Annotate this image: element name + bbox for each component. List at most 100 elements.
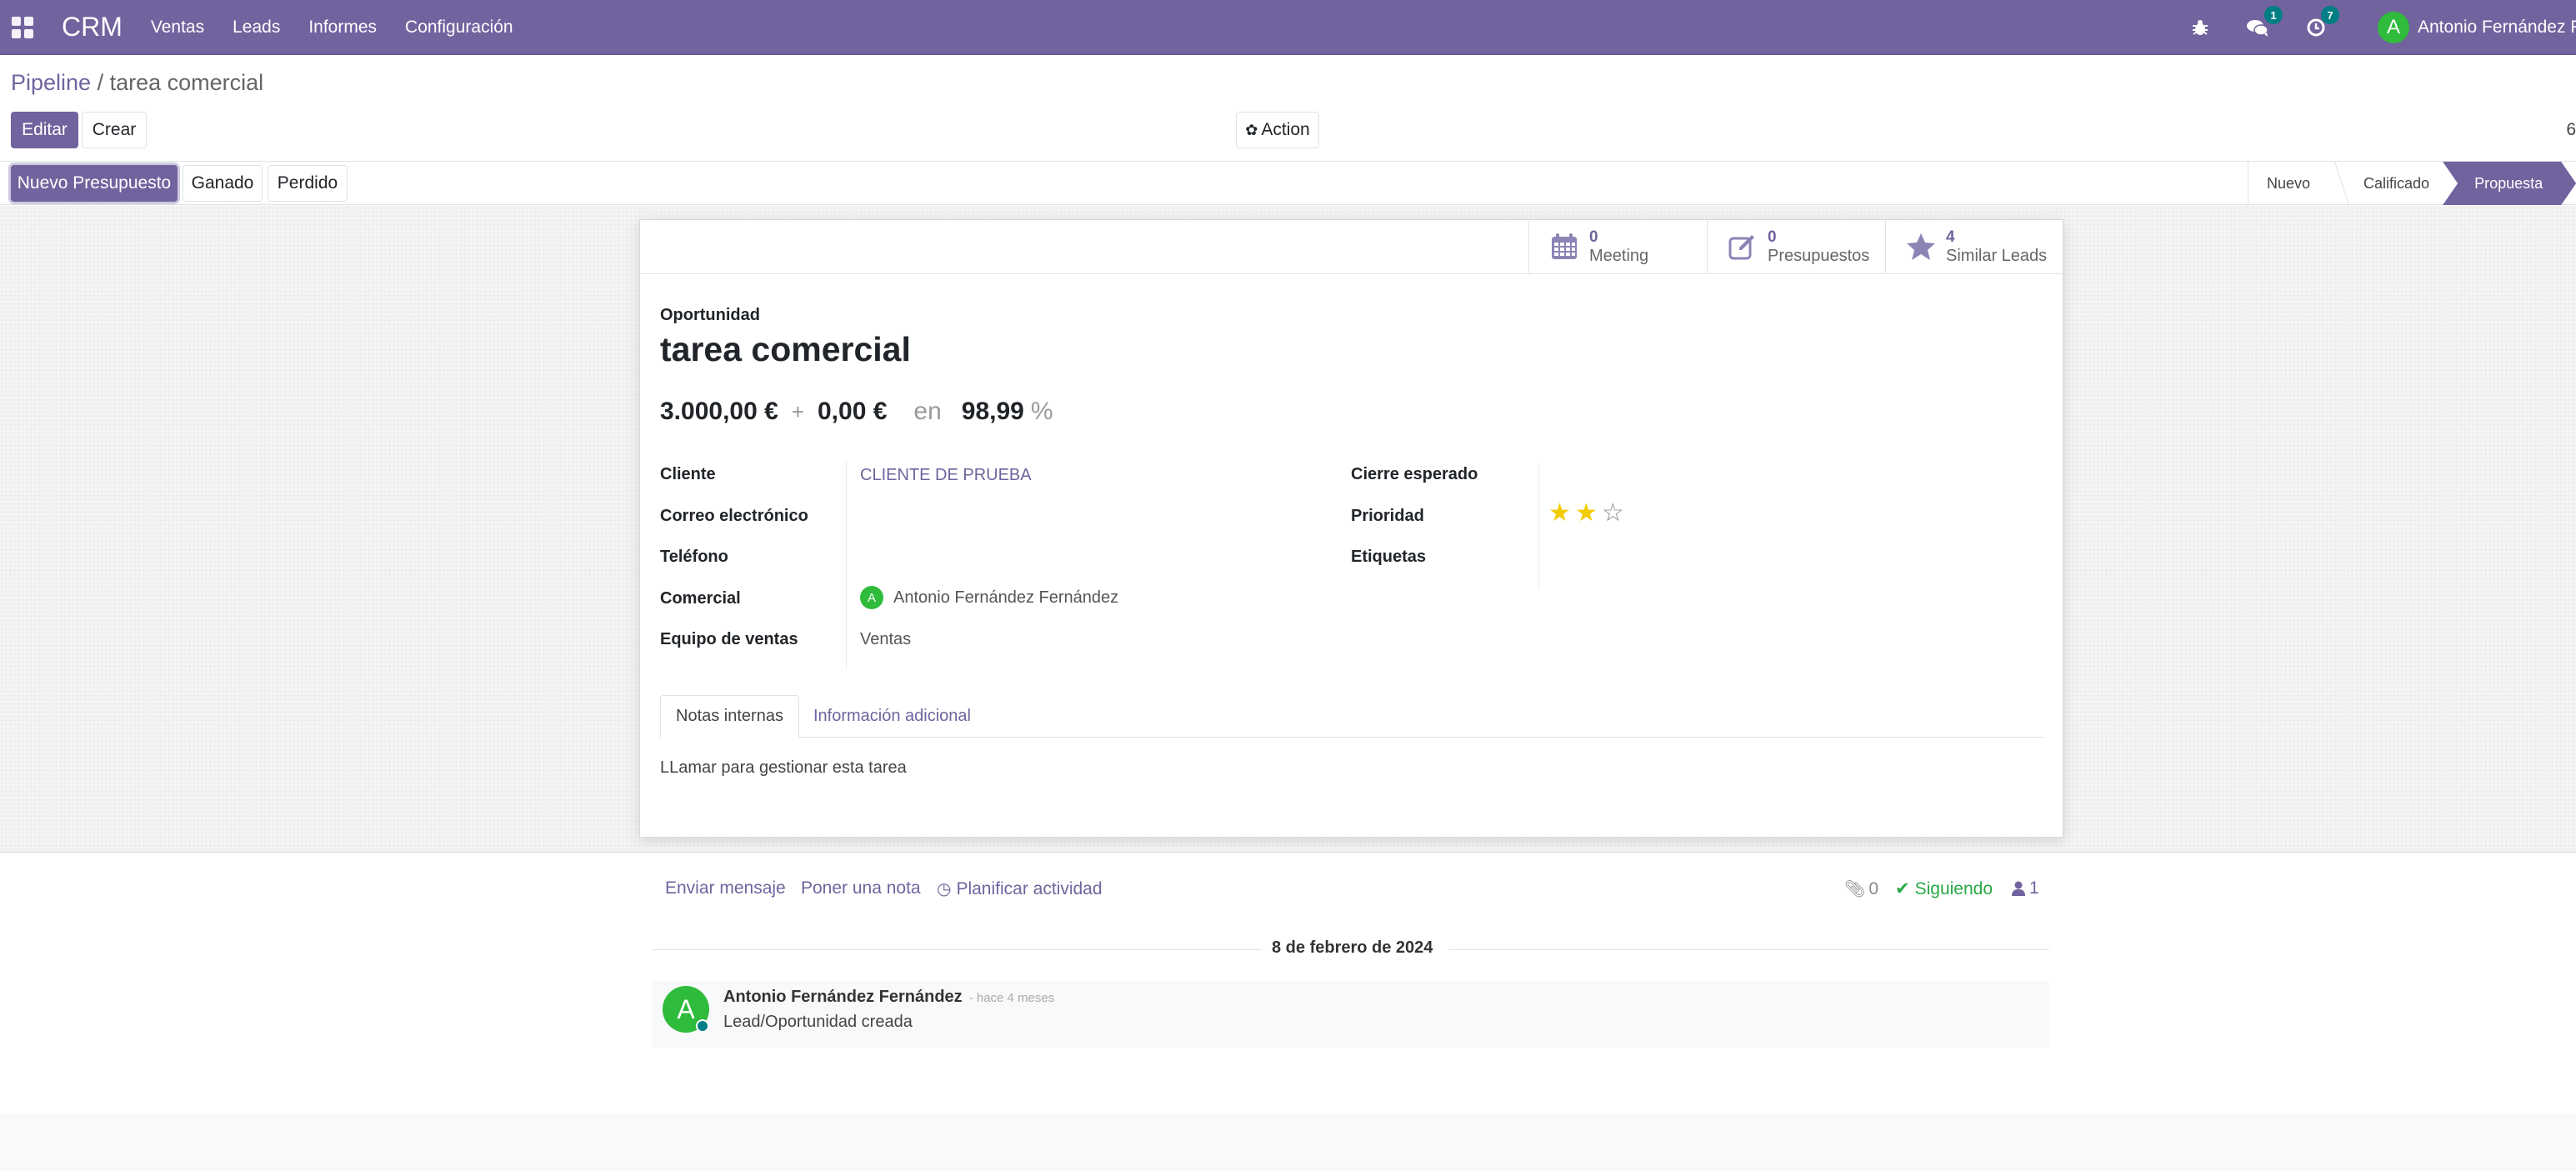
probability-value: 98,99: [961, 398, 1024, 425]
client-label: Cliente: [660, 465, 716, 483]
followers-button[interactable]: 1: [2012, 878, 2039, 898]
message-author: Antonio Fernández Fernández - hace 4 mese…: [723, 988, 1054, 1007]
stage-nuevo[interactable]: Nuevo: [2248, 162, 2328, 205]
priority-label: Prioridad: [1351, 507, 1424, 525]
chat-icon[interactable]: 1: [2246, 6, 2283, 38]
similar-leads-smart-button[interactable]: 4 Similar Leads: [1885, 220, 2063, 273]
edit-icon: [1728, 235, 1754, 260]
date-separator-line-left: [653, 949, 1261, 950]
attachments-button[interactable]: 📎︎ 0: [1844, 878, 1878, 899]
internal-notes-content[interactable]: LLamar para gestionar esta tarea: [660, 758, 907, 778]
action-button[interactable]: ✿ Action: [1236, 112, 1319, 148]
priority-star-2[interactable]: ★: [1575, 498, 1598, 528]
quotations-label: Presupuestos: [1768, 247, 1870, 265]
user-avatar[interactable]: A: [2378, 12, 2409, 43]
message-author-name[interactable]: Antonio Fernández Fernández: [723, 988, 963, 1006]
breadcrumb-separator: /: [91, 70, 110, 95]
log-note-button[interactable]: Poner una nota: [801, 878, 921, 898]
message-time: - hace 4 meses: [968, 991, 1055, 1005]
stage-propuesta[interactable]: Propuesta: [2443, 162, 2576, 205]
email-label: Correo electrónico: [660, 507, 808, 525]
menu-configuracion[interactable]: Configuración: [405, 18, 513, 38]
salesperson-name: Antonio Fernández Fernández: [893, 588, 1119, 607]
menu-ventas[interactable]: Ventas: [151, 18, 204, 38]
send-message-button[interactable]: Enviar mensaje: [665, 878, 786, 898]
lost-button[interactable]: Perdido: [268, 165, 348, 202]
stage-selector: Nuevo Calificado Propuesta Ganado: [2248, 162, 2576, 205]
meeting-smart-button[interactable]: 0 Meeting: [1528, 220, 1707, 273]
star-icon: [1907, 233, 1935, 260]
breadcrumb-pipeline[interactable]: Pipeline: [11, 70, 91, 95]
plus-sign: +: [791, 399, 804, 424]
priority-star-1[interactable]: ★: [1548, 498, 1571, 528]
message-body: Lead/Oportunidad creada: [723, 1013, 913, 1031]
activities-badge: 7: [2321, 6, 2339, 24]
quotations-count: 0: [1768, 228, 1777, 246]
clock-icon: ◷: [937, 880, 952, 898]
smart-button-box: 0 Meeting 0 Presupuestos 4 Similar Leads: [640, 220, 2063, 274]
apps-grid-icon[interactable]: [12, 16, 33, 38]
tab-additional-info[interactable]: Información adicional: [798, 695, 986, 738]
bug-icon[interactable]: [2191, 18, 2209, 37]
won-button[interactable]: Ganado: [183, 165, 263, 202]
attachments-count: 0: [1868, 878, 1879, 898]
user-menu[interactable]: Antonio Fernández Fernández: [2418, 18, 2576, 38]
breadcrumb-current: tarea comercial: [109, 70, 264, 95]
action-label: Action: [1261, 120, 1310, 139]
priority-widget[interactable]: ★ ★ ☆: [1548, 498, 1628, 528]
schedule-activity-button[interactable]: ◷ Planificar actividad: [937, 878, 1103, 899]
schedule-activity-label: Planificar actividad: [956, 878, 1103, 898]
statusbar: Nuevo Presupuesto Ganado Perdido Nuevo C…: [0, 162, 2576, 205]
check-icon: ✔: [1895, 879, 1910, 898]
notebook-tabs: Notas internas Información adicional: [660, 695, 2044, 738]
stage-calificado[interactable]: Calificado: [2328, 162, 2448, 205]
app-brand[interactable]: CRM: [62, 12, 123, 43]
paperclip-icon: 📎︎: [1844, 880, 1866, 898]
menu-informes[interactable]: Informes: [308, 18, 377, 38]
navbar-systray: 1 7 A Antonio Fernández Fernández: [2191, 0, 2576, 55]
meeting-count: 0: [1589, 228, 1598, 246]
recurring-revenue: 0,00 €: [817, 398, 888, 425]
tab-internal-notes[interactable]: Notas internas: [660, 695, 799, 738]
phone-label: Teléfono: [660, 548, 728, 566]
page-footer-background: [0, 1113, 2576, 1171]
gear-icon: ✿: [1245, 121, 1258, 138]
revenue-line: 3.000,00 € + 0,00 € en 98,99 %: [660, 398, 1053, 426]
record-title: Oportunidad tarea comercial: [660, 306, 911, 369]
tags-label: Etiquetas: [1351, 548, 1427, 566]
online-status-icon: [696, 1019, 709, 1033]
salesperson-value[interactable]: A Antonio Fernández Fernández: [860, 586, 1118, 609]
new-quotation-button[interactable]: Nuevo Presupuesto: [11, 165, 178, 202]
top-navbar: CRM Ventas Leads Informes Configuración …: [0, 0, 2576, 55]
record-type-label: Oportunidad: [660, 306, 760, 324]
salesperson-label: Comercial: [660, 589, 741, 608]
similar-leads-count: 4: [1946, 228, 1955, 246]
clock-icon[interactable]: 7: [2306, 6, 2339, 38]
user-icon: [2012, 881, 2025, 896]
breadcrumb: Pipeline / tarea comercial: [11, 70, 263, 96]
sales-team-label: Equipo de ventas: [660, 630, 798, 648]
expected-closing-label: Cierre esperado: [1351, 465, 1478, 483]
client-value[interactable]: CLIENTE DE PRUEBA: [860, 466, 1032, 485]
edit-button[interactable]: Editar: [11, 112, 78, 148]
priority-star-3[interactable]: ☆: [1602, 498, 1624, 528]
similar-leads-label: Similar Leads: [1946, 247, 2048, 265]
date-separator-label: 8 de febrero de 2024: [1272, 938, 1433, 957]
meeting-label: Meeting: [1589, 247, 1649, 265]
left-group-divider: [846, 462, 847, 670]
expected-revenue: 3.000,00 €: [660, 398, 778, 425]
date-separator: 8 de febrero de 2024: [653, 937, 2049, 962]
following-button[interactable]: ✔ Siguiendo: [1895, 878, 1993, 899]
salesperson-avatar: A: [860, 586, 883, 609]
menu-leads[interactable]: Leads: [233, 18, 280, 38]
sales-team-value[interactable]: Ventas: [860, 630, 911, 649]
pager[interactable]: 6: [2566, 120, 2576, 140]
control-panel: Pipeline / tarea comercial Editar Crear …: [0, 55, 2576, 162]
following-label: Siguiendo: [1914, 878, 1993, 898]
record-name: tarea comercial: [660, 330, 911, 368]
percent-sign: %: [1030, 398, 1053, 425]
quotations-smart-button[interactable]: 0 Presupuestos: [1707, 220, 1885, 273]
in-label: en: [913, 398, 942, 425]
create-button[interactable]: Crear: [82, 112, 147, 148]
followers-count: 1: [2029, 878, 2039, 898]
